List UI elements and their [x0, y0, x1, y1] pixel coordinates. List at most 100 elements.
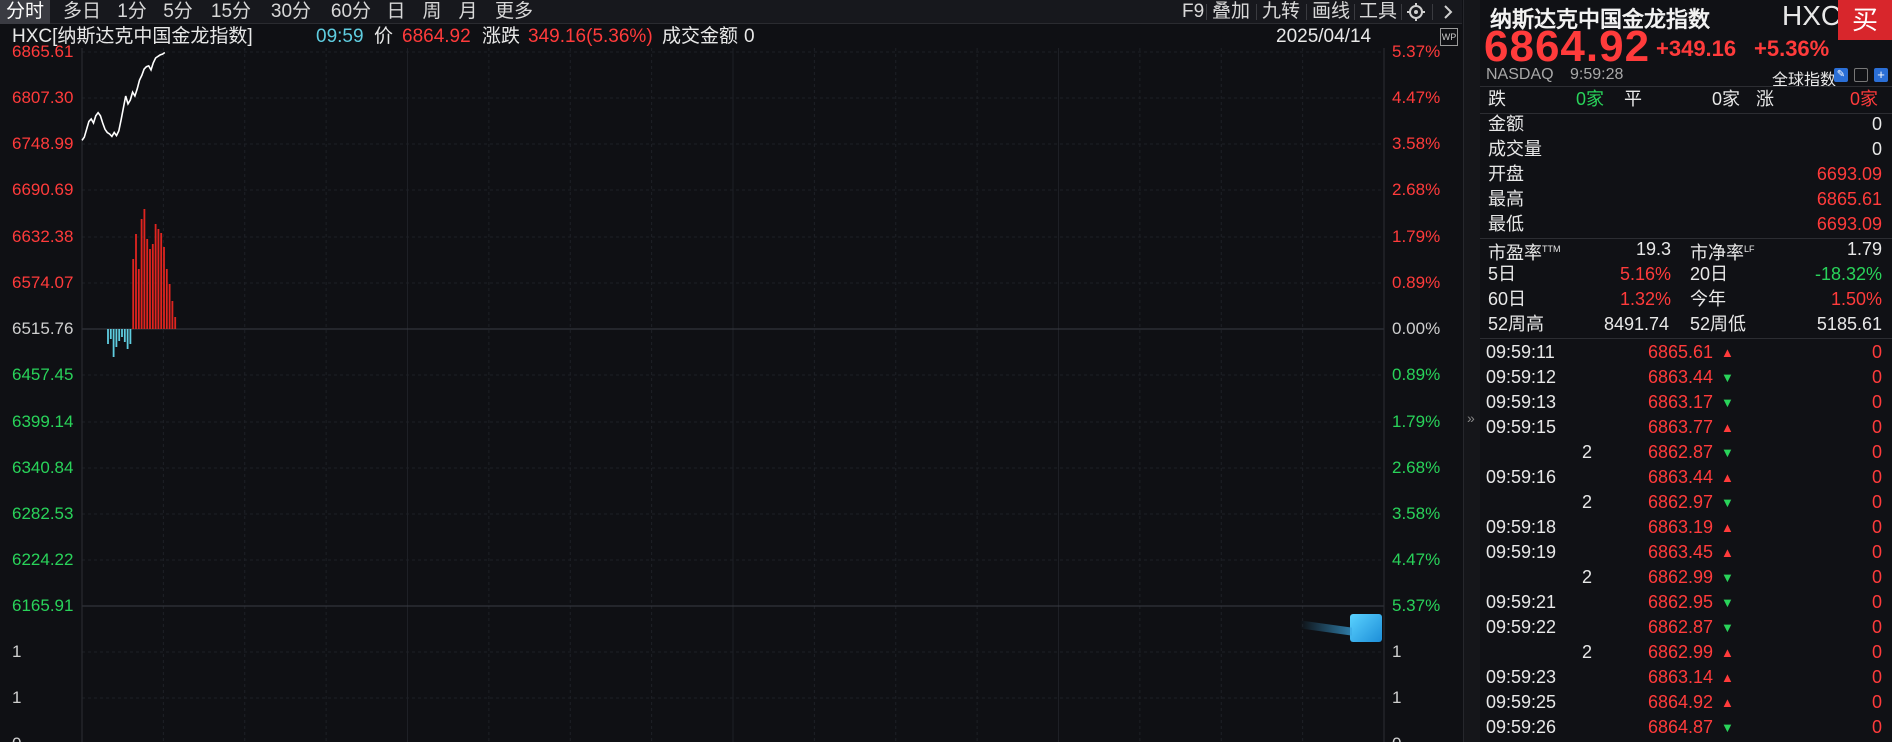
draw-line-button[interactable]: 画线: [1312, 0, 1350, 24]
divider: [1354, 4, 1355, 20]
tick-time: 2: [1581, 492, 1592, 512]
y-axis-label-right: 5.37%: [1392, 42, 1441, 61]
divider: [1432, 4, 1433, 20]
tick-volume: 0: [1871, 692, 1882, 712]
tab-5min[interactable]: 5分: [160, 0, 196, 24]
tab-intraday[interactable]: 分时: [0, 0, 50, 24]
row-label: 最低: [1488, 214, 1524, 234]
panel-collapse-bar[interactable]: »: [1463, 0, 1480, 742]
row-value: 6693.09: [1816, 214, 1882, 234]
tab-60min[interactable]: 60分: [326, 0, 376, 24]
d5-value: 5.16%: [1620, 264, 1672, 284]
lo52-label: 52周低: [1690, 314, 1747, 334]
tools-button[interactable]: 工具: [1359, 0, 1397, 24]
tick-row: 09:59:19 6863.45 ▲ 0: [1480, 540, 1892, 565]
intraday-chart[interactable]: 6865.61 6807.30 6748.99 6690.69 6632.38 6574.…: [0, 42, 1462, 742]
tab-15min[interactable]: 15分: [206, 0, 256, 24]
arrow-up-icon: ▲: [1721, 645, 1734, 660]
tick-time: 09:59:21: [1486, 592, 1557, 612]
tab-30min[interactable]: 30分: [266, 0, 316, 24]
tick-volume: 0: [1871, 442, 1882, 462]
arrow-up-icon: ▲: [1721, 545, 1734, 560]
tick-row: 2 6862.99 ▼ 0: [1480, 565, 1892, 590]
tick-time: 09:59:16: [1486, 467, 1557, 487]
tick-price: 6864.87: [1648, 717, 1714, 737]
add-icon[interactable]: +: [1874, 68, 1888, 82]
nine-turn-button[interactable]: 九转: [1262, 0, 1300, 24]
tab-month[interactable]: 月: [456, 0, 480, 24]
tab-week[interactable]: 周: [420, 0, 444, 24]
up-label: 涨: [1756, 89, 1774, 109]
gear-icon[interactable]: [1406, 0, 1430, 24]
up-count: 0家: [1850, 89, 1879, 109]
y-axis-label-right: 5.37%: [1392, 596, 1441, 615]
y-axis-label-left: 6224.22: [12, 550, 74, 569]
y-axis-label-left: 6515.76: [12, 319, 74, 338]
tab-multi-day[interactable]: 多日: [58, 0, 106, 24]
tick-volume: 0: [1871, 617, 1882, 637]
row-value: 6693.09: [1816, 164, 1882, 184]
divider: [1401, 4, 1402, 20]
arrow-up-icon: ▲: [1721, 670, 1734, 685]
y-axis-label-left: 6574.07: [12, 273, 74, 292]
tick-price: 6863.44: [1648, 467, 1714, 487]
volume-row: 成交量 0: [1480, 137, 1892, 162]
tick-volume: 0: [1871, 367, 1882, 387]
y-axis-label-right: 1.79%: [1392, 227, 1441, 246]
f9-button[interactable]: F9: [1182, 0, 1204, 24]
tab-day[interactable]: 日: [384, 0, 408, 24]
arrow-down-icon: ▼: [1721, 595, 1734, 610]
price-change-pct: +5.36%: [1754, 36, 1830, 61]
row-label: 成交量: [1488, 139, 1542, 159]
edit-icon[interactable]: ✎: [1834, 68, 1848, 82]
chevron-right-icon[interactable]: [1440, 0, 1460, 24]
price-change: +349.16: [1656, 36, 1737, 61]
tick-row: 09:59:16 6863.44 ▲ 0: [1480, 465, 1892, 490]
row-label: 最高: [1488, 189, 1524, 209]
tab-1min[interactable]: 1分: [114, 0, 150, 24]
tick-row: 09:59:21 6862.95 ▼ 0: [1480, 590, 1892, 615]
y-axis-label-left: 6282.53: [12, 504, 74, 523]
arrow-up-icon: ▲: [1721, 695, 1734, 710]
row-value: 6865.61: [1816, 189, 1882, 209]
chart-canvas: [81, 48, 1385, 742]
y-axis-label-right: 3.58%: [1392, 134, 1441, 153]
tick-volume: 0: [1871, 342, 1882, 362]
arrow-down-icon: ▼: [1721, 370, 1734, 385]
scroll-handle[interactable]: [1350, 614, 1382, 642]
tick-time: 09:59:12: [1486, 367, 1557, 387]
overlay-button[interactable]: 叠加: [1212, 0, 1250, 24]
double-chevron-icon[interactable]: »: [1467, 410, 1475, 426]
tick-volume: 0: [1871, 567, 1882, 587]
buy-button[interactable]: 买: [1838, 0, 1892, 40]
y-axis-label-right: 0.89%: [1392, 365, 1441, 384]
tick-volume: 0: [1871, 717, 1882, 737]
window-icon[interactable]: [1854, 68, 1868, 82]
wp-badge[interactable]: WP: [1440, 28, 1458, 46]
d20-value: -18.32%: [1814, 264, 1882, 284]
change-value: 349.16(5.36%): [528, 26, 653, 47]
ytd-value: 1.50%: [1830, 289, 1882, 309]
d20-label: 20日: [1690, 264, 1729, 284]
ytd-label: 今年: [1690, 289, 1726, 309]
row-label: 金额: [1488, 114, 1524, 134]
tick-volume: 0: [1871, 517, 1882, 537]
y-axis-label-right: 1: [1392, 642, 1402, 661]
arrow-up-icon: ▲: [1721, 420, 1734, 435]
arrow-up-icon: ▲: [1721, 520, 1734, 535]
down-label: 跌: [1488, 89, 1506, 109]
chart-info-line: HXC[纳斯达克中国金龙指数] 09:59 价 6864.92 涨跌 349.1…: [0, 25, 1462, 49]
y-axis-label-left: 6807.30: [12, 88, 74, 107]
tick-volume: 0: [1871, 642, 1882, 662]
tick-row: 09:59:23 6863.14 ▲ 0: [1480, 665, 1892, 690]
d60-value: 1.32%: [1620, 289, 1672, 309]
tick-time: 09:59:15: [1486, 417, 1557, 437]
valuation-row: 市盈率TTM 19.3 市净率LF 1.79: [1480, 237, 1892, 263]
divider: [1480, 338, 1892, 339]
flat-label: 平: [1624, 89, 1642, 109]
tick-time: 09:59:18: [1486, 517, 1557, 537]
tab-more[interactable]: 更多: [492, 0, 536, 24]
open-row: 开盘 6693.09: [1480, 162, 1892, 187]
y-axis-label-left: 6340.84: [12, 458, 74, 477]
lo52-value: 5185.61: [1816, 314, 1882, 334]
